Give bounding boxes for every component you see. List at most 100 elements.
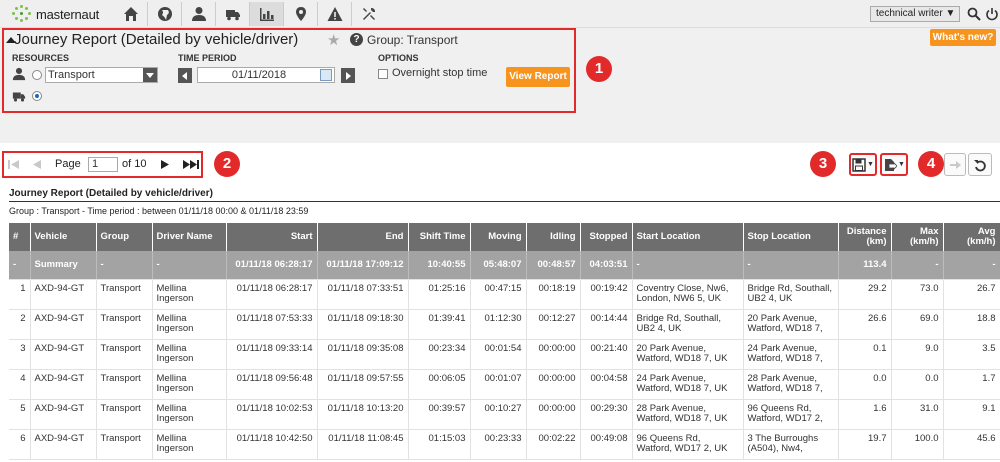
cell-shift-time: 00:39:57 <box>408 399 471 430</box>
highlight-box-settings <box>2 28 576 113</box>
column-header-shift-time[interactable]: Shift Time <box>408 223 471 251</box>
page-label: Page <box>55 158 81 170</box>
cell-max-speed: 69.0 <box>891 309 944 340</box>
cell-max-speed: 31.0 <box>891 399 944 430</box>
cell-shift-time: 00:06:05 <box>408 369 471 400</box>
cell-stop-location: 3 The Burroughs (A504), Nw4, <box>743 429 839 460</box>
cell-stopped: 00:29:30 <box>580 399 633 430</box>
table-row: 6 AXD-94-GT Transport Mellina Ingerson 01/11… <box>9 429 1000 460</box>
home-icon[interactable] <box>114 2 148 26</box>
callout-badge-1: 1 <box>586 56 612 82</box>
bar-chart-icon[interactable] <box>250 2 284 26</box>
cell-vehicle: AXD-94-GT <box>30 309 97 340</box>
globe-icon[interactable] <box>148 2 182 26</box>
logo[interactable]: masternaut <box>12 5 99 23</box>
tools-icon[interactable] <box>352 2 386 26</box>
cell-vehicle: AXD-94-GT <box>30 279 97 310</box>
cell-idling: 00:00:00 <box>526 369 581 400</box>
cell-vehicle: AXD-94-GT <box>30 339 97 370</box>
column-header-avg-speed[interactable]: Avg (km/h) <box>943 223 1000 251</box>
cell-end: 01/11/18 11:08:45 <box>317 429 409 460</box>
cell-driver: - <box>152 251 227 280</box>
column-header-moving[interactable]: Moving <box>470 223 527 251</box>
cell-start: 01/11/18 06:28:17 <box>226 279 318 310</box>
cell-distance: 0.0 <box>838 369 892 400</box>
truck-icon[interactable] <box>216 2 250 26</box>
cell-moving: 00:10:27 <box>470 399 527 430</box>
cell-group: Transport <box>96 429 153 460</box>
first-page-icon[interactable] <box>7 157 21 172</box>
column-header-stop-location[interactable]: Stop Location <box>743 223 839 251</box>
refresh-button[interactable] <box>968 153 992 176</box>
arrow-right-icon <box>950 160 961 169</box>
cell-start: 01/11/18 10:02:53 <box>226 399 318 430</box>
export-file-icon <box>885 158 898 171</box>
whats-new-button[interactable]: What's new? <box>930 29 996 46</box>
column-header-driver[interactable]: Driver Name <box>152 223 227 251</box>
cell-index: 6 <box>9 429 31 460</box>
cell-max-speed: 9.0 <box>891 339 944 370</box>
cell-idling: 00:48:57 <box>526 251 581 280</box>
export-file-button[interactable]: ▼ <box>880 153 908 176</box>
column-header-distance[interactable]: Distance (km) <box>838 223 892 251</box>
cell-start: 01/11/18 06:28:17 <box>226 251 318 280</box>
column-header-index[interactable]: # <box>9 223 31 251</box>
cell-group: Transport <box>96 369 153 400</box>
person-icon[interactable] <box>182 2 216 26</box>
callout-badge-3: 3 <box>810 151 836 177</box>
next-page-icon[interactable] <box>159 157 171 172</box>
column-header-start-location[interactable]: Start Location <box>632 223 744 251</box>
cell-max-speed: 0.0 <box>891 369 944 400</box>
divider <box>9 201 1000 202</box>
cell-index: 4 <box>9 369 31 400</box>
warning-icon[interactable] <box>318 2 352 26</box>
column-header-idling[interactable]: Idling <box>526 223 581 251</box>
save-icon <box>852 157 866 172</box>
map-pin-icon[interactable] <box>284 2 318 26</box>
masternaut-logo-icon <box>12 5 32 23</box>
cell-end: 01/11/18 07:33:51 <box>317 279 409 310</box>
cell-stopped: 00:19:42 <box>580 279 633 310</box>
cell-end: 01/11/18 17:09:12 <box>317 251 409 280</box>
cell-index: 2 <box>9 309 31 340</box>
cell-idling: 00:00:00 <box>526 399 581 430</box>
column-header-stopped[interactable]: Stopped <box>580 223 633 251</box>
column-header-max-speed[interactable]: Max (km/h) <box>891 223 944 251</box>
cell-group: Transport <box>96 399 153 430</box>
column-header-start[interactable]: Start <box>226 223 318 251</box>
cell-distance: 113.4 <box>838 251 892 280</box>
cell-group: Transport <box>96 279 153 310</box>
cell-end: 01/11/18 09:35:08 <box>317 339 409 370</box>
cell-stop-location: 96 Queens Rd, Watford, WD17 2, <box>743 399 839 430</box>
page-number-input[interactable]: 1 <box>88 157 118 172</box>
cell-start: 01/11/18 09:33:14 <box>226 339 318 370</box>
power-icon[interactable] <box>985 7 999 21</box>
last-page-icon[interactable] <box>182 157 200 172</box>
cell-start: 01/11/18 09:56:48 <box>226 369 318 400</box>
cell-start-location: - <box>632 251 744 280</box>
cell-max-speed: 73.0 <box>891 279 944 310</box>
journey-table: # Vehicle Group Driver Name Start End Shift Ti… <box>9 223 1000 460</box>
column-header-end[interactable]: End <box>317 223 409 251</box>
column-header-vehicle[interactable]: Vehicle <box>30 223 97 251</box>
column-header-group[interactable]: Group <box>96 223 153 251</box>
cell-avg-speed: 18.8 <box>943 309 1000 340</box>
cell-start-location: Coventry Close, Nw6, London, NW6 5, UK <box>632 279 744 310</box>
report-subtitle: Group : Transport - Time period : betwee… <box>9 206 309 216</box>
cell-distance: 0.1 <box>838 339 892 370</box>
search-icon[interactable] <box>967 7 981 21</box>
forward-button[interactable] <box>944 153 966 176</box>
cell-index: - <box>9 251 31 280</box>
user-menu-dropdown[interactable]: technical writer ▼ <box>870 6 960 22</box>
cell-stopped: 04:03:51 <box>580 251 633 280</box>
cell-stop-location: Bridge Rd, Southall, UB2 4, UK <box>743 279 839 310</box>
previous-page-icon[interactable] <box>31 157 43 172</box>
cell-distance: 26.6 <box>838 309 892 340</box>
cell-end: 01/11/18 09:18:30 <box>317 309 409 340</box>
cell-avg-speed: - <box>943 251 1000 280</box>
cell-index: 3 <box>9 339 31 370</box>
cell-index: 1 <box>9 279 31 310</box>
cell-moving: 00:01:07 <box>470 369 527 400</box>
save-export-button[interactable]: ▼ <box>849 153 877 176</box>
cell-moving: 00:23:33 <box>470 429 527 460</box>
